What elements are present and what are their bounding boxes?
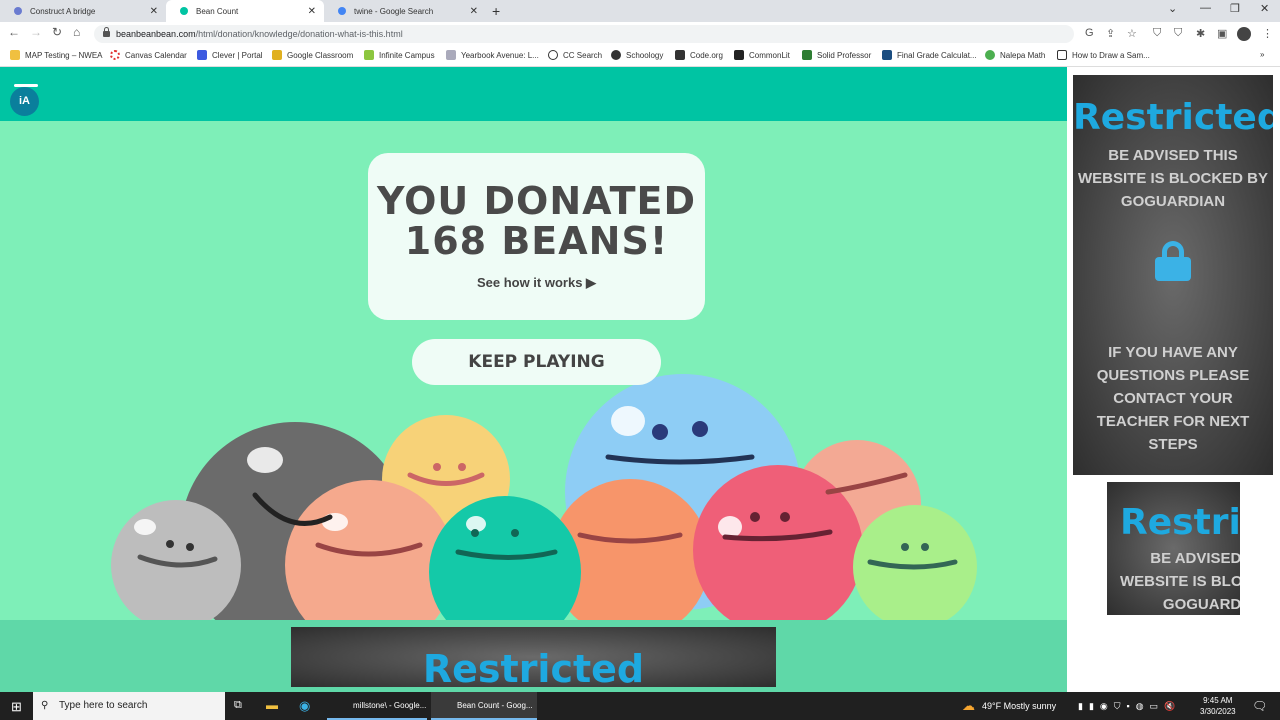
share-icon[interactable]: ⇪: [1106, 27, 1115, 40]
tab-bean-count[interactable]: Bean Count ✕: [166, 0, 324, 22]
bookmark[interactable]: Schoology: [611, 50, 663, 60]
restricted-title: Restricted: [422, 647, 645, 687]
bookmark[interactable]: Canvas Calendar: [110, 50, 187, 60]
see-how-it-works-link[interactable]: See how it works ▶: [368, 275, 705, 291]
lock-icon: [1155, 241, 1191, 281]
back-icon[interactable]: ←: [8, 25, 20, 39]
avatar[interactable]: [1237, 27, 1251, 41]
close-icon[interactable]: ✕: [150, 6, 158, 17]
bookmark[interactable]: Nalepa Math: [985, 50, 1045, 60]
donation-card: YOU DONATED 168 BEANS! See how it works ▶: [368, 153, 705, 320]
tab-strip: Construct A bridge ✕ Bean Count ✕ twine - …: [0, 0, 1280, 22]
tab-title: Construct A bridge: [30, 6, 96, 16]
close-icon[interactable]: ✕: [470, 6, 478, 17]
tab-title: twine - Google Search: [354, 6, 434, 16]
url-input[interactable]: beanbeanbean.com/html/donation/knowledge…: [94, 25, 1074, 43]
weather-text[interactable]: 49°F Mostly sunny: [982, 692, 1056, 720]
forward-icon[interactable]: →: [30, 25, 42, 39]
bookmark[interactable]: Yearbook Avenue: L...: [446, 50, 539, 60]
page-content: iA YOU DONATED 168 BEANS! See how it wor…: [0, 67, 1067, 692]
google-icon: [338, 7, 346, 15]
extension-icon[interactable]: ⛉: [1174, 27, 1182, 40]
clock[interactable]: 9:45 AM 3/30/2023: [1200, 695, 1236, 717]
minimize-button[interactable]: —: [1200, 2, 1211, 14]
restricted-banner-bottom: Restricted: [291, 627, 776, 687]
file-explorer-icon[interactable]: ▬: [266, 698, 278, 712]
lock-icon: [103, 27, 110, 37]
restricted-panel-small: Restricted BE ADVISED THIS WEBSITE IS BL…: [1107, 482, 1240, 615]
restricted-title: Restricted: [1120, 502, 1240, 543]
footer-band: Restricted: [0, 620, 1067, 692]
menu-icon[interactable]: ⋮: [1262, 27, 1273, 40]
tab-search-icon[interactable]: ⌄: [1168, 2, 1177, 15]
taskbar-app-chrome-bean-count[interactable]: Bean Count - Goog...: [431, 692, 537, 720]
donation-title: YOU DONATED 168 BEANS!: [376, 179, 697, 263]
edge-icon[interactable]: ◉: [299, 698, 310, 714]
restricted-contact: IF YOU HAVE ANY QUESTIONS PLEASE CONTACT…: [1096, 344, 1250, 453]
bookmark[interactable]: Google Classroom: [272, 50, 353, 60]
task-view-icon[interactable]: ⧉: [234, 699, 242, 712]
restricted-panel: Restricted BE ADVISED THIS WEBSITE IS BL…: [1073, 75, 1273, 475]
bookmark[interactable]: CC Search: [548, 50, 602, 60]
restricted-message: BE ADVISED THIS WEBSITE IS BLOCKED BY GO…: [1077, 147, 1268, 210]
close-icon[interactable]: ✕: [308, 6, 316, 17]
reload-icon[interactable]: ↻: [52, 25, 62, 39]
notifications-icon[interactable]: 🗨: [1252, 692, 1267, 720]
bookmark[interactable]: CommonLit: [734, 50, 790, 60]
url-domain: beanbeanbean.com: [116, 29, 196, 39]
beans-illustration: [111, 374, 977, 627]
bookmark[interactable]: Code.org: [675, 50, 723, 60]
site-header: iA: [0, 67, 1067, 121]
tab-twine-google-search[interactable]: twine - Google Search ✕: [324, 0, 486, 22]
site-icon: [180, 7, 188, 15]
new-tab-button[interactable]: +: [492, 3, 500, 19]
google-lens-icon[interactable]: G: [1085, 27, 1094, 39]
taskbar-search-input[interactable]: ⚲ Type here to search: [33, 692, 225, 720]
url-text: beanbeanbean.com/html/donation/knowledge…: [116, 25, 403, 43]
windows-start-icon[interactable]: ⊞: [11, 699, 22, 715]
restricted-message: BE ADVISED THIS WEBSITE IS BLOCKED BY GO…: [1119, 550, 1240, 613]
puzzle-icon[interactable]: ✱: [1196, 27, 1205, 40]
bookmark[interactable]: How to Draw a Sam...: [1057, 50, 1150, 60]
search-icon: ⚲: [41, 700, 49, 711]
bookmarks-bar: MAP Testing – NWEA Canvas Calendar Cleve…: [0, 45, 1280, 67]
tray-icons[interactable]: ▮▮◉⛉▪◍▭🔇: [1078, 692, 1181, 720]
keep-playing-button[interactable]: KEEP PLAYING: [412, 339, 661, 385]
right-sidebar: Restricted BE ADVISED THIS WEBSITE IS BL…: [1067, 67, 1280, 692]
site-logo[interactable]: iA: [10, 87, 39, 116]
restore-button[interactable]: ❐: [1230, 2, 1240, 15]
taskbar-app-chrome-millstone[interactable]: millstone\ - Google...: [327, 692, 427, 720]
sidepanel-icon[interactable]: ▣: [1217, 27, 1227, 40]
url-path: /html/donation/knowledge/donation-what-i…: [195, 29, 403, 39]
tab-construct-a-bridge[interactable]: Construct A bridge ✕: [0, 0, 166, 22]
weather-icon: ☁: [962, 698, 975, 713]
bookmark[interactable]: Final Grade Calculat...: [882, 50, 977, 60]
tab-title: Bean Count: [196, 6, 239, 16]
bookmark-star-icon[interactable]: ☆: [1127, 27, 1137, 40]
address-bar-row: ← → ↻ ⌂ beanbeanbean.com/html/donation/k…: [0, 22, 1280, 45]
more-bookmarks-icon[interactable]: »: [1260, 50, 1264, 59]
taskbar: ⊞ ⚲ Type here to search ⧉ ▬ ◉ millstone\ …: [0, 692, 1280, 720]
bookmark[interactable]: Clever | Portal: [197, 50, 263, 60]
home-icon[interactable]: ⌂: [73, 25, 80, 39]
bookmark[interactable]: Solid Professor: [802, 50, 871, 60]
extension-shield-icon[interactable]: ⛉: [1153, 27, 1161, 40]
restricted-title: Restricted: [1073, 97, 1273, 138]
site-icon: [14, 7, 22, 15]
bookmark[interactable]: Infinite Campus: [364, 50, 435, 60]
close-window-button[interactable]: ✕: [1260, 2, 1269, 15]
bookmark[interactable]: MAP Testing – NWEA: [10, 50, 103, 60]
